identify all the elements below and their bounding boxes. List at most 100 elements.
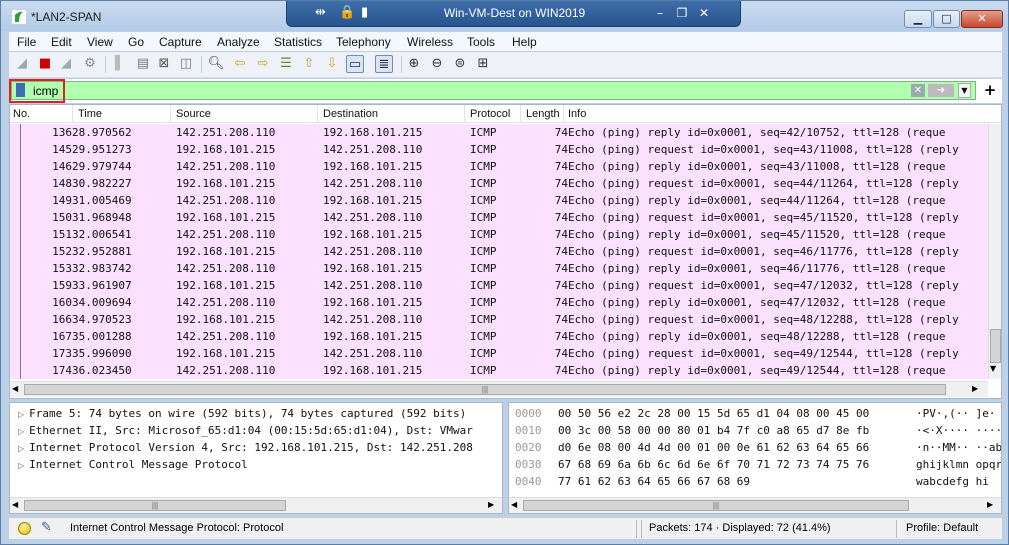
menu-help[interactable]: Help — [512, 35, 537, 49]
vm-restore-icon[interactable]: ❐ — [673, 4, 691, 22]
packet-bytes-pane[interactable]: 0000 00 50 56 e2 2c 28 00 15 5d 65 d1 04 … — [508, 402, 1002, 514]
expert-info-led-icon[interactable] — [18, 522, 31, 535]
menu-capture[interactable]: Capture — [159, 35, 202, 49]
scroll-right-arrow-icon[interactable]: ▶ — [488, 500, 494, 509]
column-divider[interactable] — [170, 105, 171, 123]
bytes-hex[interactable]: 77 61 62 63 64 65 66 67 68 69 — [558, 475, 750, 488]
expand-arrow-icon[interactable]: ▷ — [18, 461, 24, 470]
column-header-no[interactable]: No. — [13, 108, 30, 120]
shark-fin-start-icon[interactable]: ◢ — [13, 55, 31, 73]
column-divider[interactable] — [72, 105, 73, 123]
column-header-protocol[interactable]: Protocol — [470, 108, 510, 120]
profile-indicator[interactable]: Profile: Default — [906, 522, 978, 534]
bytes-horizontal-scrollbar[interactable]: ◀ ||| ▶ — [509, 497, 1001, 513]
packet-row[interactable]: 174 36.023450 142.251.208.110 192.168.101.2… — [10, 362, 988, 379]
menu-wireless[interactable]: Wireless — [407, 35, 453, 49]
packet-row[interactable]: 151 32.006541 142.251.208.110 192.168.101.2… — [10, 226, 988, 243]
packet-row[interactable]: 150 31.968948 192.168.101.215 142.251.208.1… — [10, 209, 988, 226]
packet-row[interactable]: 166 34.970523 192.168.101.215 142.251.208.1… — [10, 311, 988, 328]
display-filter-field[interactable]: ✕ ➔ ▼ — [11, 81, 976, 100]
packet-row[interactable]: 160 34.009694 142.251.208.110 192.168.101.2… — [10, 294, 988, 311]
packet-row[interactable]: 153 32.983742 142.251.208.110 192.168.101.2… — [10, 260, 988, 277]
close-file-icon[interactable]: ⊠ — [155, 55, 173, 73]
packet-details-pane[interactable]: ▷ Frame 5: 74 bytes on wire (592 bits), 7… — [9, 402, 503, 514]
capture-options-icon[interactable]: ⚙ — [81, 55, 99, 73]
capture-comment-icon[interactable]: ✎ — [41, 520, 52, 535]
menu-go[interactable]: Go — [128, 35, 144, 49]
packet-row[interactable]: 145 29.951273 192.168.101.215 142.251.208.1… — [10, 141, 988, 158]
add-filter-button-icon[interactable]: + — [982, 81, 998, 99]
menu-view[interactable]: View — [87, 35, 113, 49]
find-packet-icon[interactable]: 🔍︎ — [207, 55, 225, 73]
bytes-hex[interactable]: 00 3c 00 58 00 00 80 01 b4 7f c0 a8 65 d… — [558, 424, 869, 437]
column-header-destination[interactable]: Destination — [323, 108, 378, 120]
detail-tree-item[interactable]: ▷ Internet Protocol Version 4, Src: 192.1… — [18, 441, 473, 454]
packet-list-pane[interactable]: No. Time Source Destination Protocol Len… — [9, 104, 1002, 399]
filter-history-dropdown-icon[interactable]: ▼ — [958, 83, 971, 98]
detail-tree-item[interactable]: ▷ Ethernet II, Src: Microsof_65:d1:04 (00… — [18, 424, 473, 437]
stop-capture-icon[interactable]: ■ — [36, 55, 54, 73]
packet-row[interactable]: 149 31.005469 142.251.208.110 192.168.101.2… — [10, 192, 988, 209]
menu-edit[interactable]: Edit — [51, 35, 72, 49]
detail-tree-item[interactable]: ▷ Frame 5: 74 bytes on wire (592 bits), 7… — [18, 407, 466, 420]
expand-arrow-icon[interactable]: ▷ — [18, 410, 24, 419]
column-header-info[interactable]: Info — [568, 108, 586, 120]
scroll-down-arrow-icon[interactable]: ▼ — [990, 364, 996, 373]
autoscroll-icon[interactable]: ▭ — [346, 55, 364, 73]
go-back-icon[interactable]: ⇦ — [231, 55, 249, 73]
scroll-left-arrow-icon[interactable]: ◀ — [12, 384, 18, 393]
packet-row[interactable]: 159 33.961907 192.168.101.215 142.251.208.1… — [10, 277, 988, 294]
detail-tree-item[interactable]: ▷ Internet Control Message Protocol — [18, 458, 248, 471]
bytes-ascii[interactable]: ghijklmn opqr — [916, 458, 1001, 471]
maximize-button[interactable]: □ — [933, 10, 960, 28]
packet-row[interactable]: 146 29.979744 142.251.208.110 192.168.101.2… — [10, 158, 988, 175]
packet-row[interactable]: 148 30.982227 192.168.101.215 142.251.208.1… — [10, 175, 988, 192]
column-header-time[interactable]: Time — [78, 108, 102, 120]
open-file-icon[interactable]: ▌ — [111, 55, 129, 73]
bytes-ascii[interactable]: ·<·X···· ···· — [916, 424, 1001, 437]
normal-size-icon[interactable]: ⊜ — [451, 55, 469, 73]
go-to-packet-icon[interactable]: ☰ — [277, 55, 295, 73]
menu-analyze[interactable]: Analyze — [217, 35, 260, 49]
vm-close-icon[interactable]: ✕ — [695, 4, 713, 22]
vertical-scroll-thumb[interactable] — [990, 329, 1001, 363]
packet-list-horizontal-scrollbar[interactable]: ◀ ||| ▶ — [10, 381, 988, 397]
horizontal-scroll-thumb[interactable]: ||| — [24, 500, 286, 511]
colorize-icon[interactable]: ≣ — [375, 55, 393, 73]
zoom-in-icon[interactable]: ⊕ — [405, 55, 423, 73]
packet-row[interactable]: 167 35.001288 142.251.208.110 192.168.101.2… — [10, 328, 988, 345]
horizontal-scroll-thumb[interactable]: ||| — [523, 500, 909, 511]
column-header-source[interactable]: Source — [176, 108, 211, 120]
apply-filter-icon[interactable]: ➔ — [928, 84, 954, 97]
column-divider[interactable] — [520, 105, 521, 123]
bytes-ascii[interactable]: wabcdefg hi — [916, 475, 989, 488]
menu-telephony[interactable]: Telephony — [336, 35, 391, 49]
display-filter-input[interactable] — [33, 82, 913, 99]
bytes-hex[interactable]: 67 68 69 6a 6b 6c 6d 6e 6f 70 71 72 73 7… — [558, 458, 869, 471]
column-divider[interactable] — [317, 105, 318, 123]
resize-columns-icon[interactable]: ⊞ — [474, 55, 492, 73]
scroll-right-arrow-icon[interactable]: ▶ — [972, 384, 978, 393]
save-file-icon[interactable]: ▤ — [134, 55, 152, 73]
bytes-ascii[interactable]: ·n··MM·· ··ab — [916, 441, 1001, 454]
packet-row[interactable]: 173 35.996090 192.168.101.215 142.251.208.1… — [10, 345, 988, 362]
packet-list-vertical-scrollbar[interactable]: ▼ — [988, 124, 1001, 379]
column-divider[interactable] — [563, 105, 564, 123]
last-packet-icon[interactable]: ⇩ — [323, 55, 341, 73]
reload-file-icon[interactable]: ◫ — [177, 55, 195, 73]
first-packet-icon[interactable]: ⇧ — [300, 55, 318, 73]
close-button[interactable]: ✕ — [961, 10, 1003, 28]
scroll-left-arrow-icon[interactable]: ◀ — [511, 500, 517, 509]
bytes-hex[interactable]: d0 6e 08 00 4d 4d 00 01 00 0e 61 62 63 6… — [558, 441, 869, 454]
packet-row[interactable]: 152 32.952881 192.168.101.215 142.251.208.1… — [10, 243, 988, 260]
minimize-button[interactable]: ▁ — [904, 10, 932, 28]
bytes-hex[interactable]: 00 50 56 e2 2c 28 00 15 5d 65 d1 04 08 0… — [558, 407, 869, 420]
vm-minimize-icon[interactable]: – — [651, 4, 669, 22]
restart-capture-icon[interactable]: ◢ — [57, 55, 75, 73]
zoom-out-icon[interactable]: ⊖ — [428, 55, 446, 73]
bytes-ascii[interactable]: ·PV·,(·· ]e· — [916, 407, 995, 420]
column-divider[interactable] — [464, 105, 465, 123]
details-horizontal-scrollbar[interactable]: ◀ ||| ▶ — [10, 497, 502, 513]
scroll-right-arrow-icon[interactable]: ▶ — [987, 500, 993, 509]
menu-tools[interactable]: Tools — [467, 35, 495, 49]
